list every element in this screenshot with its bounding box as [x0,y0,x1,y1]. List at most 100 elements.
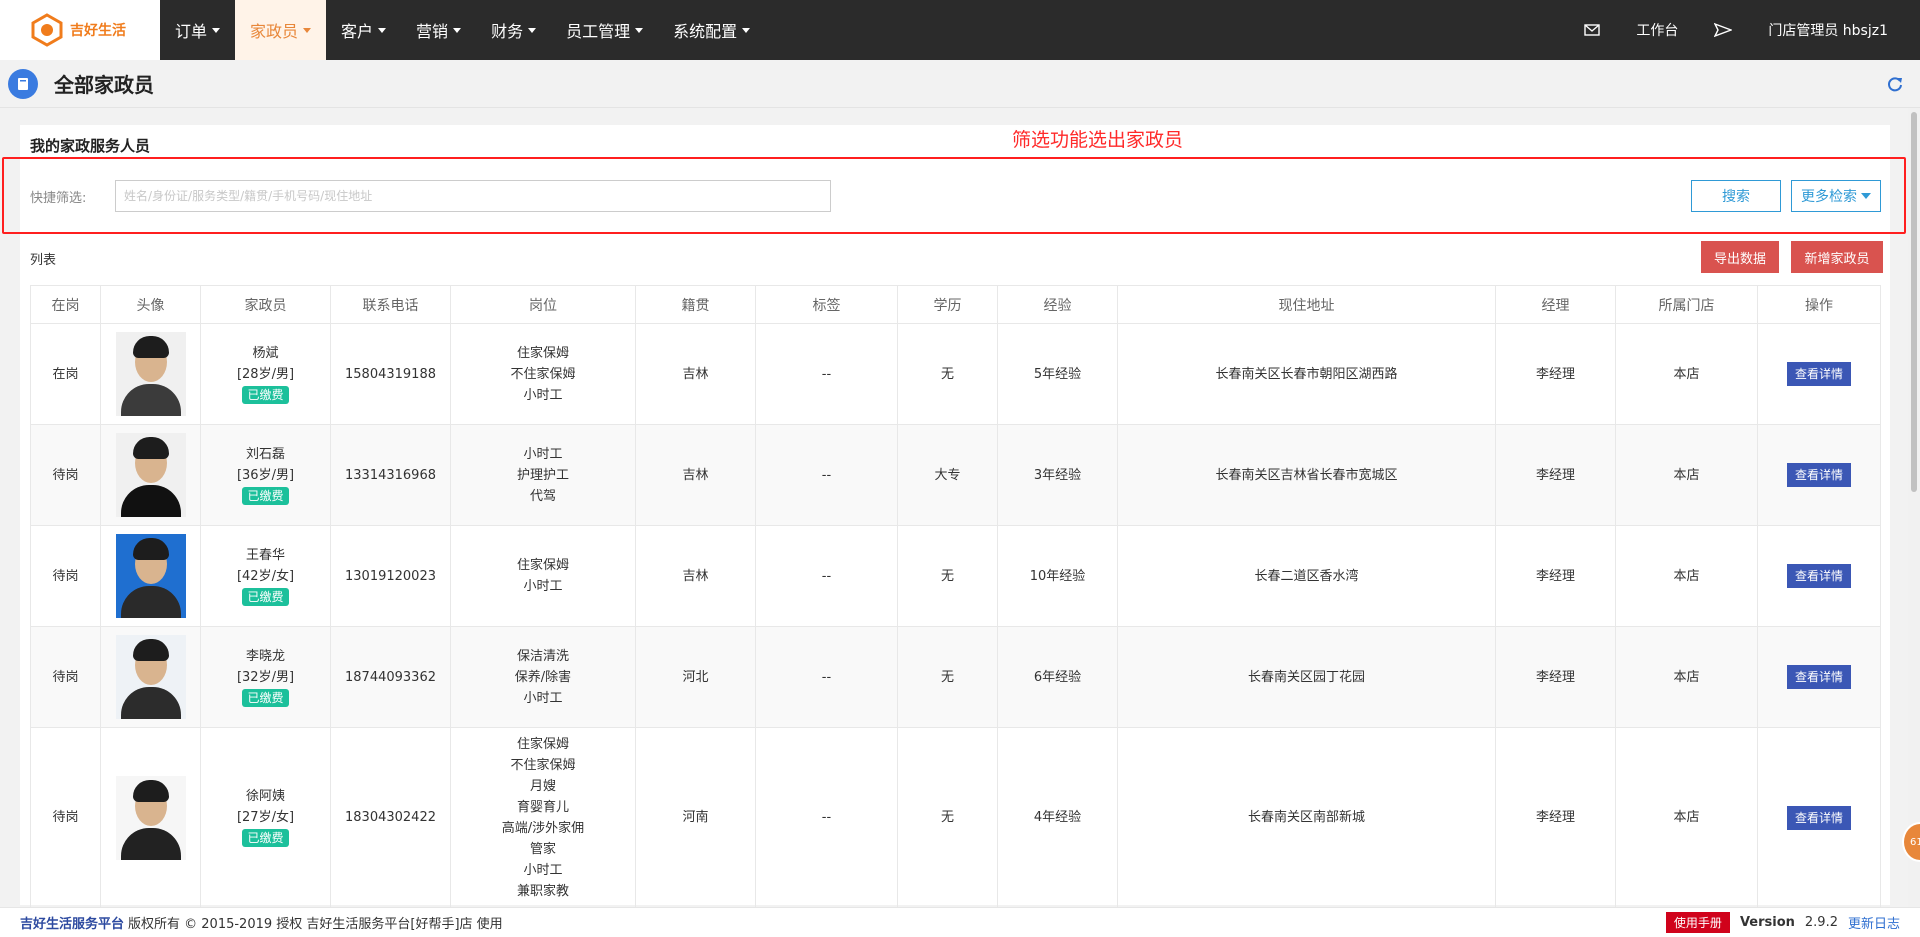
floating-help-badge[interactable]: 61 [1902,822,1920,862]
position-item: 住家保姆 [516,345,569,361]
notification-button[interactable] [1696,0,1750,60]
housekeeper-info: [27岁/女] [236,810,295,825]
position-item: 不住家保姆 [510,366,576,382]
table-row: 待岗 徐阿姨 [27岁/女] 已缴费 18304302422 住家保姆 不住家保… [30,727,1881,908]
positions-cell: 住家保姆 不住家保姆 小时工 [450,323,636,425]
table-header-row: 在岗 头像 家政员 联系电话 岗位 籍贯 标签 学历 经验 现住地址 经理 所属… [30,285,1881,324]
phone-cell: 15804319188 [330,323,451,425]
position-item: 月嫂 [529,778,556,794]
status-cell: 待岗 [30,626,101,728]
view-detail-button[interactable]: 查看详情 [1786,805,1851,830]
avatar [115,534,186,618]
name-cell: 杨斌 [28岁/男] 已缴费 [200,323,331,425]
name-cell: 李晓龙 [32岁/男] 已缴费 [200,626,331,728]
positions-cell: 住家保姆 不住家保姆 月嫂 育婴育儿 高端/涉外家佣 管家 小时工 兼职家教 [450,727,636,908]
main-nav: 订单 家政员 客户 营销 财务 员工管理 系统配置 [160,0,765,60]
footer-copyright: 版权所有 © 2015-2019 授权 吉好生活服务平台[好帮手]店 使用 [128,917,503,932]
position-item: 保洁清洗 [516,648,569,664]
column-header: 头像 [100,285,201,324]
column-header: 联系电话 [330,285,451,324]
nav-marketing[interactable]: 营销 [401,0,476,60]
brand-name: 吉好生活 [70,23,126,39]
position-item: 小时工 [523,446,563,462]
more-search-button[interactable]: 更多检索 [1791,180,1881,212]
nav-housekeepers[interactable]: 家政员 [235,0,327,60]
nav-finance[interactable]: 财务 [476,0,551,60]
address-cell: 长春南关区吉林省长春市宽城区 [1117,424,1496,526]
user-menu[interactable]: 门店管理员 hbsjz1 [1750,0,1906,60]
avatar [115,775,186,860]
column-header: 经验 [997,285,1118,324]
logo-icon [31,13,63,47]
logo[interactable]: 吉好生活 [0,0,160,60]
mail-icon [1584,24,1601,36]
housekeeper-info: [32岁/男] [236,669,295,685]
position-item: 小时工 [523,579,563,594]
nav-customers[interactable]: 客户 [326,0,401,60]
housekeeper-table: 在岗 头像 家政员 联系电话 岗位 籍贯 标签 学历 经验 现住地址 经理 所属… [30,285,1881,908]
table-row: 待岗 刘石磊 [36岁/男] 已缴费 13314316968 小时工 护理护工 … [30,424,1881,526]
caret-down-icon [453,27,462,33]
position-item: 管家 [529,841,556,857]
positions-cell: 住家保姆 小时工 [450,525,636,627]
position-item: 代驾 [529,488,556,504]
caret-down-icon [378,27,387,33]
table-row: 在岗 杨斌 [28岁/男] 已缴费 15804319188 住家保姆 不住家保姆… [30,323,1881,425]
position-item: 小时工 [523,862,563,878]
manager-cell: 李经理 [1495,424,1616,526]
education-cell: 无 [897,727,998,908]
status-cell: 待岗 [30,424,101,526]
filter-label: 快捷筛选: [30,191,87,206]
add-housekeeper-button[interactable]: 新增家政员 [1791,241,1883,273]
avatar-cell [100,525,201,627]
address-cell: 长春南关区长春市朝阳区湖西路 [1117,323,1496,425]
status-cell: 在岗 [30,323,101,425]
footer-brand-link[interactable]: 吉好生活服务平台 [20,913,124,932]
column-header: 岗位 [450,285,636,324]
more-search-label: 更多检索 [1801,189,1857,205]
native-cell: 吉林 [635,525,756,627]
nav-label: 订单 [175,22,208,41]
changelog-link[interactable]: 更新日志 [1848,913,1900,932]
position-item: 不住家保姆 [510,757,576,773]
experience-cell: 3年经验 [997,424,1118,526]
paid-badge: 已缴费 [242,829,289,847]
user-manual-button[interactable]: 使用手册 [1665,912,1730,933]
mail-button[interactable] [1566,0,1618,60]
view-detail-button[interactable]: 查看详情 [1786,665,1851,689]
view-detail-button[interactable]: 查看详情 [1786,564,1851,588]
nav-orders[interactable]: 订单 [160,0,235,60]
view-detail-button[interactable]: 查看详情 [1786,362,1851,386]
view-detail-button[interactable]: 查看详情 [1786,463,1851,487]
experience-cell: 6年经验 [997,626,1118,728]
caret-down-icon [303,27,312,33]
position-item: 住家保姆 [516,558,569,573]
address-cell: 长春南关区园丁花园 [1117,626,1496,728]
position-item: 兼职家教 [516,883,569,899]
refresh-icon[interactable] [1886,75,1904,93]
avatar [115,433,186,517]
action-cell: 查看详情 [1757,323,1881,425]
phone-cell: 18744093362 [330,626,451,728]
tag-cell: -- [755,727,898,908]
scrollbar-thumb[interactable] [1911,112,1917,492]
search-button[interactable]: 搜索 [1691,180,1781,212]
experience-cell: 10年经验 [997,525,1118,627]
workbench-link[interactable]: 工作台 [1618,0,1696,60]
tag-cell: -- [755,626,898,728]
nav-settings[interactable]: 系统配置 [658,0,765,60]
annotation-text: 筛选功能选出家政员 [1012,129,1184,151]
avatar [115,635,186,719]
page-title: 全部家政员 [54,73,154,97]
manager-cell: 李经理 [1495,323,1616,425]
education-cell: 无 [897,323,998,425]
experience-cell: 4年经验 [997,727,1118,908]
page-scrollbar[interactable] [1908,108,1920,907]
nav-staff[interactable]: 员工管理 [551,0,658,60]
nav-label: 家政员 [250,22,299,41]
export-data-button[interactable]: 导出数据 [1701,241,1779,273]
quick-filter-input[interactable] [115,180,831,212]
page-header: 全部家政员 [0,60,1920,108]
nav-label: 营销 [416,22,449,41]
column-header: 所属门店 [1615,285,1758,324]
